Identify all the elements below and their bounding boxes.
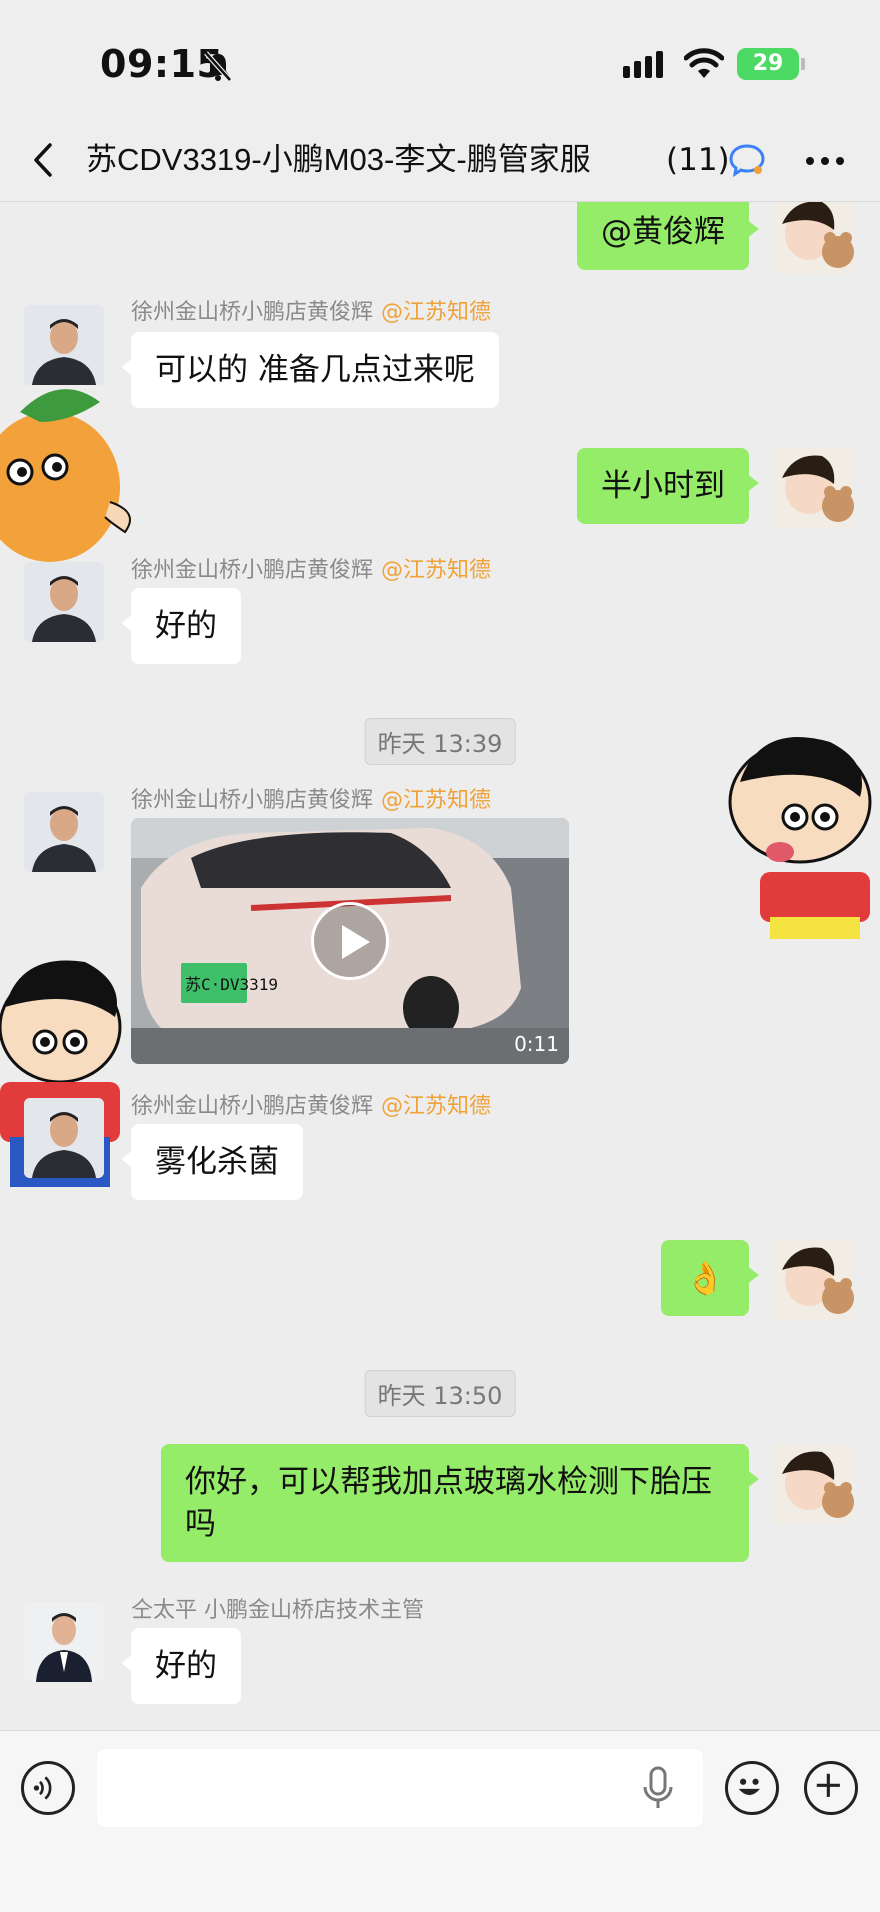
video-message[interactable]: 苏C·DV3319 0:11	[131, 818, 569, 1064]
emoji-icon[interactable]	[725, 1761, 779, 1815]
avatar-huangjunhui[interactable]	[24, 1098, 104, 1178]
avatar-huangjunhui[interactable]	[24, 792, 104, 872]
more-icon[interactable]	[800, 146, 850, 176]
video-duration: 0:11	[514, 1032, 559, 1056]
avatar-huangjunhui[interactable]	[24, 305, 104, 385]
signal-icon	[623, 51, 663, 78]
message-text: 你好，可以帮我加点玻璃水检测下胎压吗	[185, 1464, 712, 1542]
avatar-me[interactable]	[774, 448, 854, 528]
message-bubble-me[interactable]: 👌	[661, 1240, 759, 1316]
message-input[interactable]	[97, 1749, 703, 1827]
wifi-icon	[684, 48, 724, 78]
license-plate: 苏C·DV3319	[185, 975, 278, 994]
message-bubble-me[interactable]: @黄俊辉	[577, 202, 759, 270]
avatar-huangjunhui[interactable]	[24, 562, 104, 642]
avatar-me[interactable]	[774, 202, 854, 274]
sender-name: 徐州金山桥小鹏店黄俊辉 @江苏知德	[131, 294, 491, 326]
plus-icon[interactable]	[804, 1761, 858, 1815]
sender-name: 徐州金山桥小鹏店黄俊辉 @江苏知德	[131, 552, 491, 584]
battery-tip	[801, 58, 805, 70]
bell-off-icon	[204, 51, 232, 82]
input-bar	[0, 1730, 880, 1912]
sender-label: 徐州金山桥小鹏店黄俊辉	[131, 1094, 374, 1119]
crayon-boy-sticker	[728, 737, 872, 939]
mic-icon[interactable]	[640, 1765, 676, 1811]
timestamp: 昨天 13:50	[364, 1370, 516, 1417]
sender-name: 仝太平 小鹏金山桥店技术主管	[131, 1592, 424, 1624]
message-text: 半小时到	[601, 468, 725, 504]
avatar-me[interactable]	[774, 1240, 854, 1320]
mention-tag[interactable]: @江苏知德	[381, 788, 491, 813]
sender-label: 徐州金山桥小鹏店黄俊辉	[131, 788, 374, 813]
battery-indicator: 29	[737, 48, 799, 80]
timestamp: 昨天 13:39	[364, 718, 516, 765]
message-bubble-other[interactable]: 雾化杀菌	[121, 1124, 303, 1200]
chat-icon[interactable]	[728, 142, 766, 178]
sender-label: 仝太平 小鹏金山桥店技术主管	[131, 1598, 424, 1623]
mention-tag[interactable]: @江苏知德	[381, 558, 491, 583]
message-bubble-other[interactable]: 可以的 准备几点过来呢	[121, 332, 499, 408]
back-icon[interactable]	[28, 140, 58, 180]
message-bubble-other[interactable]: 好的	[121, 1628, 241, 1704]
sender-name: 徐州金山桥小鹏店黄俊辉 @江苏知德	[131, 782, 491, 814]
chat-area[interactable]: @黄俊辉 徐州金山桥小鹏店黄俊辉 @江苏知德 可以的 准备几点过来呢 半小时到 徐…	[0, 202, 880, 1730]
message-text: 好的	[155, 1648, 217, 1684]
message-bubble-me[interactable]: 你好，可以帮我加点玻璃水检测下胎压吗	[161, 1444, 759, 1562]
play-button[interactable]	[311, 902, 389, 980]
message-text: 好的	[155, 608, 217, 644]
message-text: 雾化杀菌	[155, 1144, 279, 1180]
mention-tag[interactable]: @江苏知德	[381, 1094, 491, 1119]
message-bubble-me[interactable]: 半小时到	[577, 448, 759, 524]
emoji-ok-icon: 👌	[685, 1259, 725, 1297]
member-count: (11)	[662, 138, 730, 182]
avatar-tongtaiping[interactable]	[24, 1602, 104, 1682]
message-text: 可以的 准备几点过来呢	[155, 352, 475, 388]
chat-title: 苏CDV3319-小鹏M03-李文-鹏管家服	[86, 142, 591, 177]
sender-name: 徐州金山桥小鹏店黄俊辉 @江苏知德	[131, 1088, 491, 1120]
mention-tag[interactable]: @江苏知德	[381, 300, 491, 325]
sender-label: 徐州金山桥小鹏店黄俊辉	[131, 558, 374, 583]
orange-sticker	[0, 389, 131, 562]
nav-bar: 苏CDV3319-小鹏M03-李文-鹏管家服 (11)	[0, 118, 880, 202]
status-bar: 09:15 29	[0, 0, 880, 130]
voice-icon[interactable]	[21, 1761, 75, 1815]
sender-label: 徐州金山桥小鹏店黄俊辉	[131, 300, 374, 325]
avatar-me[interactable]	[774, 1444, 854, 1524]
message-bubble-other[interactable]: 好的	[121, 588, 241, 664]
message-text: @黄俊辉	[601, 214, 725, 250]
